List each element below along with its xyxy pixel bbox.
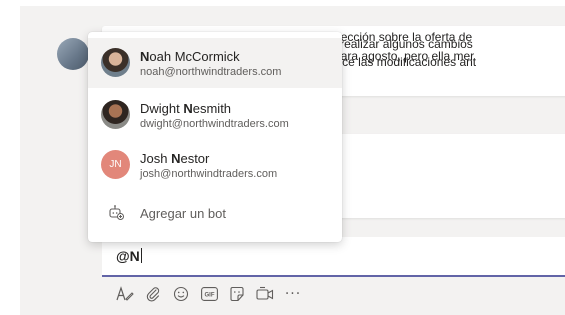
text-caret [140,248,142,263]
avatar [101,48,130,77]
mention-suggestion[interactable]: Dwight Nesmith dwight@northwindtraders.c… [88,90,342,140]
compose-box[interactable]: @N [102,237,565,277]
mention-suggestion[interactable]: Noah McCormick noah@northwindtraders.com [88,38,342,88]
svg-text:GIF: GIF [204,293,214,299]
add-bot-button[interactable]: Agregar un bot [88,192,342,232]
suggestion-email: josh@northwindtraders.com [140,168,278,180]
suggestion-name: Josh Nestor [140,151,210,166]
suggestion-email: noah@northwindtraders.com [140,66,282,78]
sticker-icon[interactable] [225,283,249,305]
gif-icon[interactable]: GIF [197,283,221,305]
format-icon[interactable] [113,283,137,305]
suggestion-name: Noah McCormick [140,49,240,64]
suggestion-email: dwight@northwindtraders.com [140,118,289,130]
attach-icon[interactable] [141,283,165,305]
more-options-icon[interactable]: ··· [281,283,305,305]
emoji-icon[interactable] [169,283,193,305]
avatar: JN [101,150,130,179]
compose-value: @N [116,248,140,264]
mention-suggestions-popup: Noah McCormick noah@northwindtraders.com… [88,32,342,242]
compose-toolbar: GIF ··· [113,283,309,305]
add-bot-label: Agregar un bot [140,206,227,221]
suggestion-name: Dwight Nesmith [140,101,232,116]
bot-add-icon [108,204,124,225]
avatar [101,100,130,129]
chat-canvas: el cliente tuvo que realizar algunos cam… [20,6,565,315]
compose-input[interactable]: @N [116,248,142,264]
sender-avatar [57,38,89,70]
mention-suggestion[interactable]: JN Josh Nestor josh@northwindtraders.com [88,140,342,190]
meet-now-icon[interactable] [253,283,277,305]
